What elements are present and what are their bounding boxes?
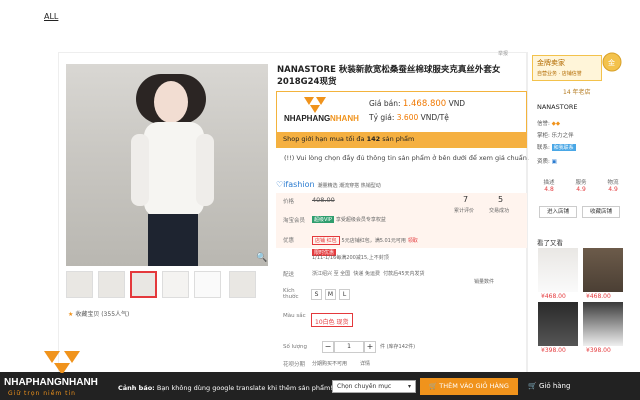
- nhaphangnhanh-logo: NHAPHANG NHANH: [284, 97, 359, 123]
- category-select[interactable]: Chọn chuyên mục ▾: [332, 380, 416, 393]
- svg-text:金: 金: [608, 58, 615, 67]
- vip-row: 超级VIP 享受超级会员专享权益: [312, 216, 386, 223]
- quantity-minus-button[interactable]: −: [322, 341, 334, 353]
- thumbnail-5[interactable]: [194, 271, 221, 298]
- promo-row: 店铺 红包 5元店铺红包，满5.01元可用 领取: [312, 236, 418, 245]
- size-option-l[interactable]: L: [339, 289, 350, 300]
- collect-label: 收藏宝贝 (355人气): [75, 311, 130, 318]
- price-label: 价格: [283, 199, 295, 205]
- shop-age-badge: 14 年老店: [563, 89, 591, 96]
- see-also-image-1[interactable]: [538, 248, 578, 292]
- see-also-price-4: ¥398.00: [586, 347, 611, 354]
- rating-logistics: 物流 4.9: [607, 180, 619, 193]
- collect-link[interactable]: ★ 收藏宝贝 (355人气): [68, 309, 129, 318]
- level-icon: ◆◆: [551, 121, 561, 127]
- product-title: NANASTORE 秋装新款宽松桑蚕丝棉球服夹克真丝外套女 2018G24现货: [277, 65, 501, 87]
- rating-service: 服务 4.9: [575, 180, 587, 193]
- gold-medal-icon: 金: [602, 52, 622, 72]
- shipping-label: 配送: [283, 272, 295, 278]
- see-also-image-3[interactable]: [538, 302, 578, 346]
- cart-icon: 🛒: [528, 382, 537, 390]
- stock-label: 销量数件: [474, 279, 495, 285]
- thumbnail-4[interactable]: [162, 271, 189, 298]
- shipping-row: 浙江绍兴 至 全国 快递 免运费 付款后45天内发货: [312, 271, 425, 277]
- thumbnail-3[interactable]: [130, 271, 157, 298]
- see-also-image-4[interactable]: [583, 302, 623, 346]
- favorite-shop-button[interactable]: 收藏店铺: [582, 206, 620, 218]
- enter-shop-button[interactable]: 进入店铺: [539, 206, 577, 218]
- quantity-plus-button[interactable]: +: [364, 341, 376, 353]
- chevron-down-icon: ▾: [407, 383, 411, 390]
- qualification-icon: ▣: [551, 159, 557, 165]
- bottom-logo-sub: Giữ trọn niềm tin: [8, 390, 76, 397]
- main-product-image: [66, 64, 268, 266]
- report-link[interactable]: 举报: [498, 50, 508, 57]
- star-icon: ★: [68, 311, 74, 318]
- rate-value: 3.600: [396, 113, 419, 122]
- size-option-s[interactable]: S: [311, 289, 322, 300]
- promo-label: 优惠: [283, 238, 295, 244]
- installment-details-link[interactable]: 详情: [360, 360, 370, 367]
- zoom-icon[interactable]: 🔍: [256, 253, 267, 263]
- thumbnail-1[interactable]: [66, 271, 93, 298]
- svg-text:NHAPHANG: NHAPHANG: [284, 114, 330, 123]
- ifashion-brand: ♡ifashion 潮量精选 潮流穿搭 热销型动: [276, 180, 381, 189]
- quantity-label: Số lượng: [283, 344, 307, 350]
- claim-link[interactable]: 领取: [408, 238, 418, 244]
- installment-value: 分期购买不可用: [312, 361, 348, 367]
- see-also-price-1: ¥468.00: [541, 293, 566, 300]
- rate-line: Tỷ giá: 3.600 VND/Tệ: [369, 113, 449, 122]
- sales-count: 5: [498, 195, 504, 204]
- vip-label: 淘宝会员: [283, 218, 306, 224]
- nav-all-link[interactable]: ALL: [44, 12, 58, 21]
- reviews-count: 7: [463, 195, 469, 204]
- size-label: Kích thước: [283, 288, 299, 300]
- reviews-label[interactable]: 累计评价: [454, 207, 474, 214]
- installment-label: 花呗分期: [283, 362, 306, 368]
- quantity-input[interactable]: 1: [334, 341, 364, 353]
- seller-level: 信誉: ◆◆: [537, 121, 561, 127]
- bottom-logo-text: NHAPHANGNHANH: [4, 377, 98, 388]
- seller-qualification: 资质: ▣: [537, 159, 557, 165]
- original-price: 408.00: [312, 196, 335, 204]
- rating-description: 描述 4.8: [543, 180, 555, 193]
- svg-text:NHANH: NHANH: [330, 114, 359, 123]
- add-to-cart-button[interactable]: 🛒 THÊM VÀO GIỎ HÀNG: [420, 378, 518, 395]
- promo2-text: 1/11-1/16每满200减15,上不封顶: [312, 255, 389, 261]
- shop-name[interactable]: NANASTORE: [537, 103, 577, 111]
- price-line: Giá bán: 1.468.800 VND: [369, 99, 466, 109]
- thumbnail-2[interactable]: [98, 271, 125, 298]
- model-photo: [131, 74, 214, 266]
- cart-button[interactable]: 🛒 Giỏ hàng: [522, 378, 582, 395]
- color-option[interactable]: 10白色 现货: [311, 313, 353, 327]
- see-also-price-2: ¥468.00: [586, 293, 611, 300]
- price-value: 1.468.800: [402, 99, 447, 109]
- stock-count: 件 (库存142件): [380, 344, 416, 350]
- translate-warning: Cảnh báo: Bạn không dùng google translat…: [118, 384, 333, 392]
- see-also-price-3: ¥398.00: [541, 347, 566, 354]
- gold-seller-badge: 金牌卖家 自营业务 · 店铺信誉: [532, 55, 602, 81]
- thumbnail-6[interactable]: [229, 271, 256, 298]
- select-notice: (!!) Vui lòng chọn đầy đủ thông tin sản …: [284, 154, 529, 162]
- seller-contact: 联系: 和我联系: [537, 144, 576, 151]
- see-also-title: 看了又看: [537, 239, 563, 247]
- size-option-m[interactable]: M: [325, 289, 336, 300]
- cart-icon: 🛒: [429, 382, 438, 390]
- purchase-limit-banner: Shop giới hạn mua tối đa 142 sản phẩm: [277, 132, 527, 147]
- see-also-image-2[interactable]: [583, 248, 623, 292]
- color-label: Màu sắc: [283, 313, 306, 319]
- seller-staff: 掌柜: 乐力之伴: [537, 133, 574, 139]
- sales-label: 交易成功: [489, 208, 510, 214]
- contact-seller-button[interactable]: 和我联系: [551, 144, 576, 151]
